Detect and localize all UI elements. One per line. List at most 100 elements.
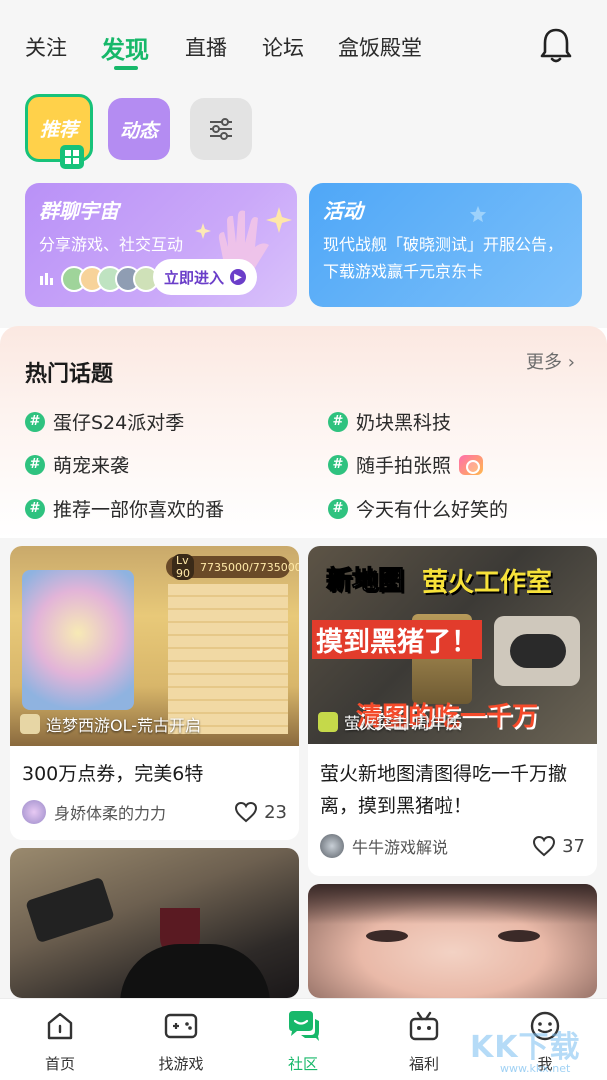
bottom-nav-home[interactable]: 首页 bbox=[15, 1007, 105, 1074]
overlay-text: 萤火工作室 bbox=[422, 568, 553, 598]
bottom-nav-label: 首页 bbox=[44, 1055, 75, 1073]
game-logo-icon bbox=[20, 714, 40, 734]
post-title: 300万点券，完美6特 bbox=[22, 763, 204, 785]
camera-emoji-icon bbox=[459, 454, 484, 475]
author-name[interactable]: 身娇体柔的力力 bbox=[54, 800, 166, 824]
heart-icon bbox=[235, 801, 258, 823]
bottom-nav-label: 福利 bbox=[408, 1055, 439, 1073]
bottom-nav-label: 社区 bbox=[287, 1055, 318, 1073]
group-chat-subtitle: 分享游戏、社交互动 bbox=[39, 235, 184, 254]
enter-group-button[interactable]: 立即进入 ▶ bbox=[153, 259, 257, 295]
author-avatar[interactable] bbox=[22, 800, 46, 824]
post-card[interactable] bbox=[308, 884, 597, 998]
arrow-right-icon: ▶ bbox=[230, 269, 246, 285]
like-count: 37 bbox=[562, 835, 585, 857]
star-icon bbox=[469, 205, 487, 223]
pill-dynamic-label: 动态 bbox=[119, 119, 158, 142]
bottom-nav-welfare[interactable]: 福利 bbox=[379, 1007, 469, 1074]
overlay-text: 新地图 bbox=[325, 566, 405, 597]
post-thumbnail bbox=[308, 884, 597, 998]
pistol-shape bbox=[25, 876, 115, 944]
active-tab-indicator bbox=[114, 66, 138, 70]
activity-text: 现代战舰「破晓测试」开服公告，下载游戏赢千元京东卡 bbox=[323, 235, 564, 281]
gamepad-icon bbox=[164, 1013, 198, 1039]
community-chat-icon bbox=[289, 1011, 319, 1041]
pill-dynamic[interactable]: 动态 bbox=[108, 98, 170, 160]
overlay-text: 摸到黑猪了！ bbox=[312, 620, 482, 659]
topic-item[interactable]: # 萌宠来袭 bbox=[25, 451, 129, 478]
topic-item[interactable]: # 随手拍张照 bbox=[328, 451, 484, 478]
feature-area: 推荐 动态 群聊宇宙 分享游戏、社交互动 立即进入 ▶ 活动 现代战舰「破晓测试… bbox=[0, 88, 607, 328]
level-text: Lv 90 bbox=[172, 554, 194, 580]
tab-live[interactable]: 直播 bbox=[185, 32, 227, 62]
hot-topics-section: 热门话题 更多 › # 蛋仔S24派对季 # 奶块黑科技 # 萌宠来袭 # 随手… bbox=[0, 326, 607, 538]
home-icon bbox=[47, 1012, 73, 1040]
hashtag-icon: # bbox=[328, 411, 348, 432]
post-thumbnail: 新地图 萤火工作室 摸到黑猪了！ 清图的吃一千万 萤火突击-周年庆 bbox=[308, 546, 597, 744]
topic-label: 今天有什么好笑的 bbox=[356, 499, 509, 521]
hot-topics-title: 热门话题 bbox=[25, 362, 114, 387]
eye-shape bbox=[498, 930, 540, 942]
pill-recommend-label: 推荐 bbox=[39, 118, 78, 141]
hashtag-icon: # bbox=[25, 498, 45, 519]
bottom-nav-community[interactable]: 社区 bbox=[258, 1007, 348, 1074]
chevron-right-icon: › bbox=[567, 352, 575, 373]
hashtag-icon: # bbox=[328, 498, 348, 519]
activity-bars-icon bbox=[40, 273, 53, 285]
character-portrait bbox=[22, 570, 134, 710]
group-chat-title: 群聊宇宙 bbox=[39, 199, 119, 223]
game-logo-icon bbox=[318, 712, 338, 732]
black-pig-shape bbox=[510, 634, 566, 668]
like-button[interactable]: 23 bbox=[234, 801, 287, 823]
game-tag[interactable]: 萤火突击-周年庆 bbox=[318, 710, 462, 734]
hat-shape bbox=[120, 944, 270, 998]
item-preview bbox=[494, 616, 580, 686]
topic-item[interactable]: # 今天有什么好笑的 bbox=[328, 495, 508, 522]
topic-item[interactable]: # 奶块黑科技 bbox=[328, 408, 451, 435]
tab-discover[interactable]: 发现 bbox=[101, 30, 149, 65]
post-card[interactable]: Lv 90 7735000/7735000 造梦西游OL-荒古开启 300万点券… bbox=[10, 546, 299, 840]
hashtag-icon: # bbox=[25, 411, 45, 432]
top-nav: 关注 发现 直播 论坛 盒饭殿堂 bbox=[0, 0, 607, 88]
post-meta: 身娇体柔的力力 23 bbox=[22, 800, 287, 824]
post-card[interactable] bbox=[10, 848, 299, 998]
notification-bell-icon[interactable] bbox=[538, 26, 574, 64]
filter-sliders-icon bbox=[210, 118, 232, 140]
more-link[interactable]: 更多 › bbox=[526, 348, 575, 374]
pill-recommend[interactable]: 推荐 bbox=[25, 94, 93, 169]
tab-hall[interactable]: 盒饭殿堂 bbox=[338, 32, 422, 62]
enter-button-label: 立即进入 bbox=[163, 268, 224, 287]
sparkle-icon bbox=[195, 223, 211, 239]
level-bar: Lv 90 7735000/7735000 bbox=[166, 554, 299, 580]
pill-filter[interactable] bbox=[190, 98, 252, 160]
topic-label: 萌宠来袭 bbox=[53, 455, 130, 477]
author-name[interactable]: 牛牛游戏解说 bbox=[352, 834, 448, 858]
heart-icon bbox=[533, 835, 556, 857]
group-chat-banner[interactable]: 群聊宇宙 分享游戏、社交互动 立即进入 ▶ bbox=[25, 183, 297, 307]
bottom-nav-find-games[interactable]: 找游戏 bbox=[136, 1007, 226, 1074]
tab-follow[interactable]: 关注 bbox=[25, 32, 67, 62]
topic-label: 奶块黑科技 bbox=[356, 412, 452, 434]
topic-label: 随手拍张照 bbox=[356, 455, 452, 477]
topic-item[interactable]: # 推荐一部你喜欢的番 bbox=[25, 495, 224, 522]
post-card[interactable]: 新地图 萤火工作室 摸到黑猪了！ 清图的吃一千万 萤火突击-周年庆 萤火新地图清… bbox=[308, 546, 597, 876]
eye-shape bbox=[366, 930, 408, 942]
grid-icon bbox=[60, 145, 84, 169]
hair-shape bbox=[308, 884, 597, 924]
author-avatar[interactable] bbox=[320, 834, 344, 858]
topic-item[interactable]: # 蛋仔S24派对季 bbox=[25, 408, 184, 435]
watermark-url: www.kkx.net bbox=[500, 1062, 571, 1075]
hashtag-icon: # bbox=[25, 454, 45, 475]
game-tag[interactable]: 造梦西游OL-荒古开启 bbox=[20, 712, 201, 736]
topic-label: 蛋仔S24派对季 bbox=[53, 412, 185, 434]
post-title: 萤火新地图清图得吃一千万撤离，摸到黑猪啦！ bbox=[320, 763, 568, 817]
post-thumbnail bbox=[10, 848, 299, 998]
exp-text: 7735000/7735000 bbox=[200, 560, 299, 574]
activity-banner[interactable]: 活动 现代战舰「破晓测试」开服公告，下载游戏赢千元京东卡 bbox=[309, 183, 582, 307]
activity-title: 活动 bbox=[323, 199, 363, 223]
topic-label: 推荐一部你喜欢的番 bbox=[53, 499, 225, 521]
tab-forum[interactable]: 论坛 bbox=[262, 32, 304, 62]
hashtag-icon: # bbox=[328, 454, 348, 475]
watermark-logo: KK下载 bbox=[470, 1030, 581, 1065]
like-button[interactable]: 37 bbox=[532, 835, 585, 857]
